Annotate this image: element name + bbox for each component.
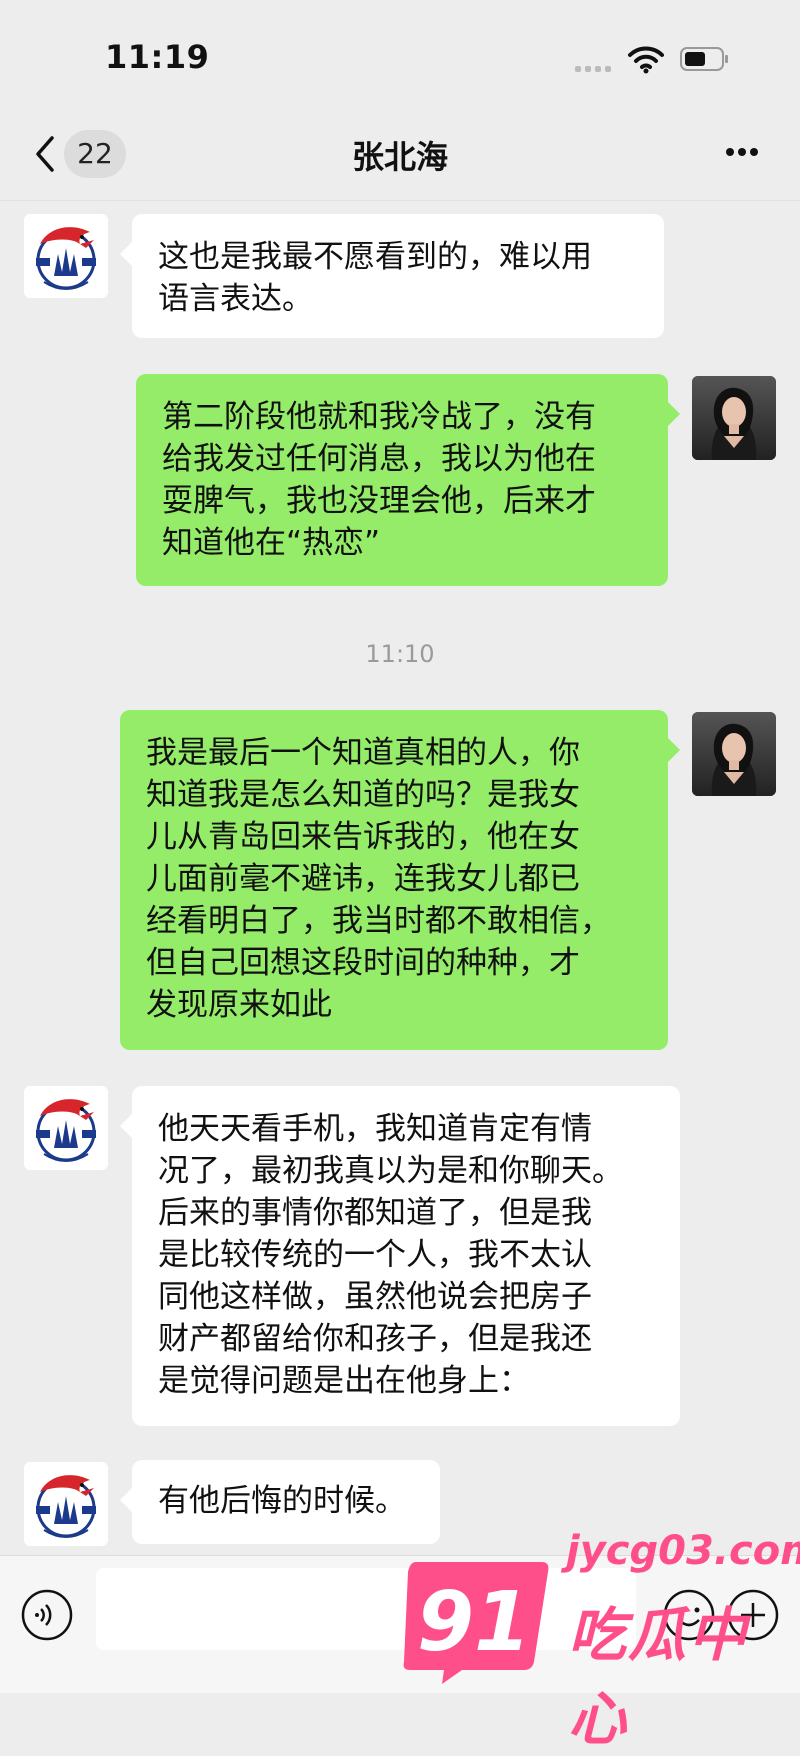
cellular-signal-icon (575, 64, 615, 72)
message-timestamp: 11:10 (365, 640, 435, 668)
watermark-url: jycg03.com (566, 1528, 800, 1574)
watermark-logo: 91 (403, 1562, 549, 1684)
message-bubble-outgoing[interactable]: 我是最后一个知道真相的人，你 知道我是怎么知道的吗？是我女 儿从青岛回来告诉我的… (120, 710, 680, 1050)
watermark-brand: 吃瓜中心 (568, 1601, 749, 1753)
voice-input-icon[interactable] (20, 1588, 74, 1642)
chat-header: 22 张北海 (0, 120, 800, 201)
battery-icon (680, 47, 728, 71)
status-time: 11:19 (105, 38, 210, 76)
message-bubble-incoming[interactable]: 有他后悔的时候。 (120, 1460, 440, 1544)
watermark-number: 91 (417, 1575, 531, 1670)
chat-title: 张北海 (351, 138, 448, 176)
wifi-icon (628, 46, 664, 74)
message-bubble-incoming[interactable]: 他天天看手机，我知道肯定有情 况了，最初我真以为是和你聊天。 后来的事情你都知道… (120, 1086, 680, 1426)
status-bar: 11:19 (0, 0, 800, 120)
user-avatar[interactable] (692, 376, 776, 460)
contact-avatar[interactable] (24, 214, 108, 298)
site-watermark: jycg03.com 91 吃瓜中心 (400, 1528, 800, 1753)
contact-avatar[interactable] (24, 1086, 108, 1170)
message-bubble-incoming[interactable]: 这也是我最不愿看到的，难以用 语言表达。 (120, 214, 664, 338)
more-options-icon[interactable] (720, 148, 764, 160)
message-bubble-outgoing[interactable]: 第二阶段他就和我冷战了，没有 给我发过任何消息，我以为他在 耍脾气，我也没理会他… (136, 374, 680, 586)
contact-avatar[interactable] (24, 1462, 108, 1546)
user-avatar[interactable] (692, 712, 776, 796)
